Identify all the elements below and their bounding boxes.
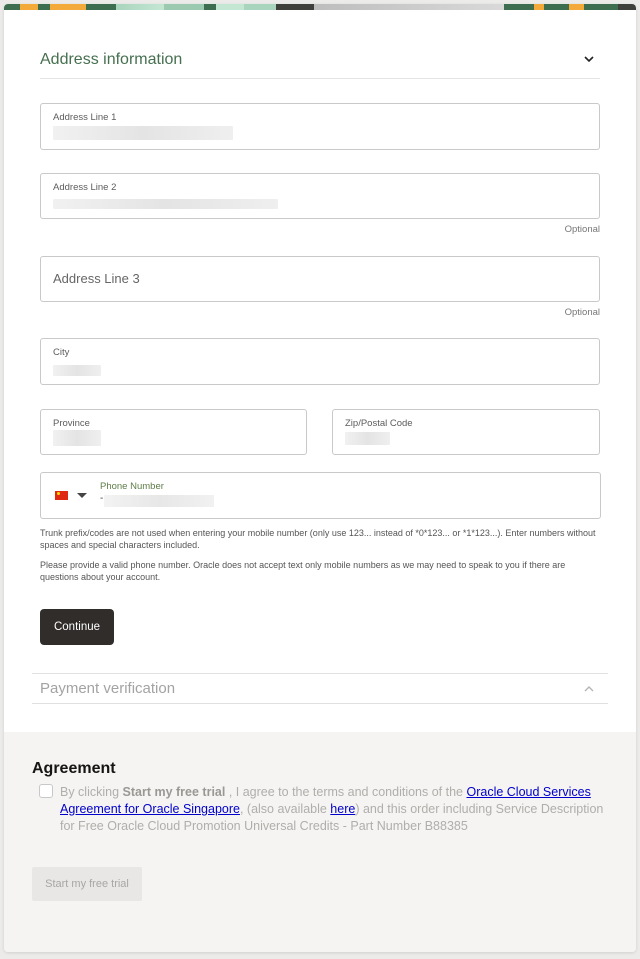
address-line-3-optional: Optional [564, 307, 600, 318]
agreement-text: By clicking Start my free trial , I agre… [60, 784, 620, 835]
address-line-1-field[interactable]: Address Line 1 [40, 103, 600, 150]
address-line-1-value [53, 126, 233, 140]
address-line-2-value [53, 199, 278, 209]
address-line-1-label: Address Line 1 [53, 112, 117, 123]
agreement-section: Agreement By clicking Start my free tria… [4, 732, 636, 952]
province-field[interactable]: Province [40, 409, 307, 455]
chevron-up-icon[interactable] [584, 685, 594, 693]
province-label: Province [53, 418, 90, 429]
caret-down-icon[interactable] [77, 493, 87, 498]
phone-prefix: - [100, 493, 104, 504]
address-line-2-field[interactable]: Address Line 2 [40, 173, 600, 219]
signup-card: Address information Address Line 1 Addre… [4, 4, 636, 952]
address-line-3-field[interactable]: Address Line 3 [40, 256, 600, 302]
agreement-text-bold: Start my free trial [122, 785, 226, 799]
phone-label: Phone Number [100, 481, 164, 492]
valid-phone-hint: Please provide a valid phone number. Ora… [40, 560, 566, 582]
payment-section-header[interactable]: Payment verification [32, 673, 608, 704]
address-line-3-placeholder: Address Line 3 [53, 271, 140, 286]
start-free-trial-button[interactable]: Start my free trial [32, 867, 142, 901]
agreement-text-prefix: By clicking [60, 785, 123, 799]
here-link[interactable]: here [330, 802, 355, 816]
chevron-down-icon[interactable] [584, 55, 594, 63]
address-line-2-label: Address Line 2 [53, 182, 117, 193]
phone-value [104, 495, 214, 507]
address-section-title: Address information [40, 51, 183, 68]
zip-value [345, 432, 390, 445]
payment-section-title: Payment verification [40, 680, 176, 697]
china-flag-icon[interactable] [55, 491, 68, 500]
city-value [53, 365, 101, 376]
agreement-text-after-link: , (also available [239, 802, 331, 816]
province-value [53, 430, 101, 446]
city-label: City [53, 347, 70, 358]
trunk-prefix-hint: Trunk prefix/codes are not used when ent… [40, 528, 596, 550]
zip-label: Zip/Postal Code [345, 418, 413, 429]
agreement-title: Agreement [32, 760, 116, 777]
continue-button[interactable]: Continue [40, 609, 114, 645]
address-section-header[interactable]: Address information [40, 44, 600, 79]
agreement-text-mid: , I agree to the terms and conditions of… [225, 785, 467, 799]
agreement-checkbox[interactable] [39, 784, 53, 798]
address-line-2-optional: Optional [564, 224, 600, 235]
city-field[interactable]: City [40, 338, 600, 385]
zip-field[interactable]: Zip/Postal Code [332, 409, 600, 455]
decorative-banner [4, 4, 636, 10]
phone-field[interactable]: Phone Number - [40, 472, 601, 519]
